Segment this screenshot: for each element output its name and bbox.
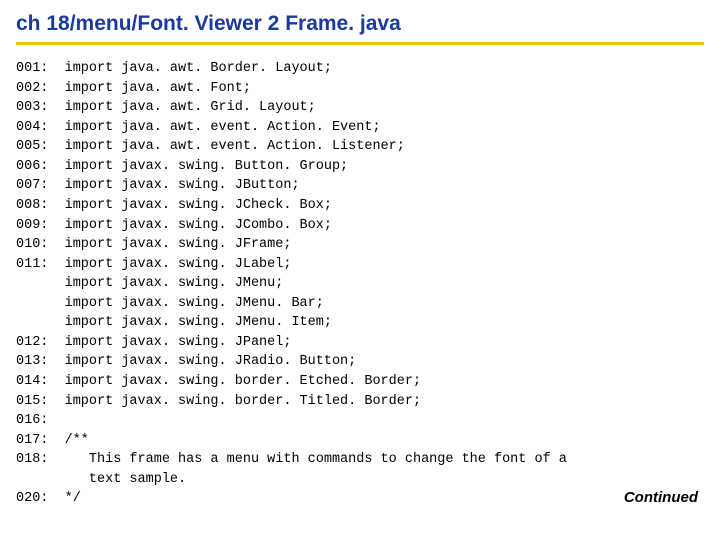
code-listing: 001: import java. awt. Border. Layout; 0… [16, 59, 704, 509]
continued-label: Continued [624, 489, 698, 506]
page-title: ch 18/menu/Font. Viewer 2 Frame. java [16, 12, 704, 45]
